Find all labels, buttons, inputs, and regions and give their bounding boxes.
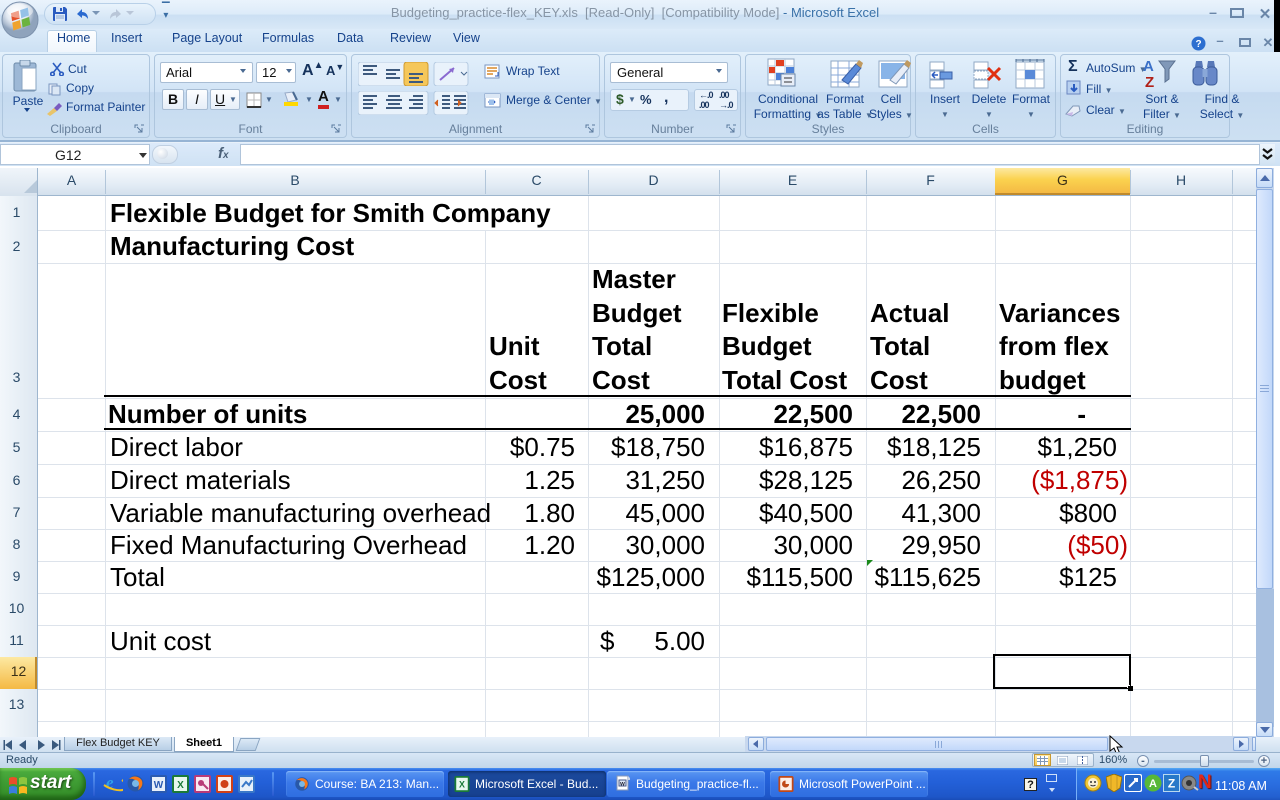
svg-text:Z: Z <box>1145 74 1154 91</box>
svg-text:X: X <box>459 780 465 790</box>
svg-text:A: A <box>1149 778 1157 790</box>
svg-text:W: W <box>154 780 164 791</box>
svg-text:A: A <box>1143 58 1154 75</box>
svg-text:X: X <box>177 780 184 791</box>
svg-text:w: w <box>619 782 625 788</box>
svg-text:Z: Z <box>1168 777 1175 791</box>
svg-text:?: ? <box>1195 39 1201 50</box>
